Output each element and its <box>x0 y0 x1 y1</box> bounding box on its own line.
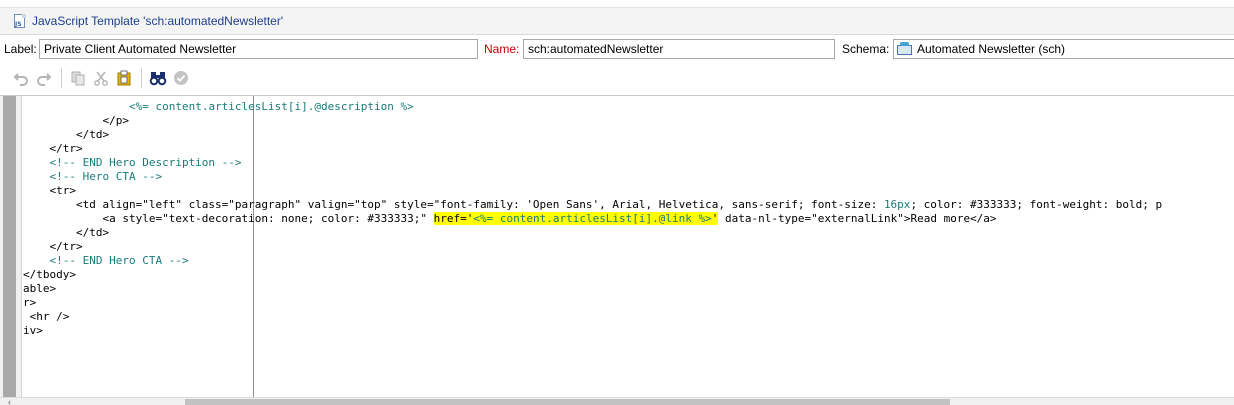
schema-field[interactable]: Automated Newsletter (sch) <box>893 39 1234 59</box>
code-token: <a style="text-decoration: none; color: … <box>23 212 434 225</box>
code-line[interactable]: <tr> <box>23 184 1234 198</box>
code-line[interactable]: </td> <box>23 128 1234 142</box>
code-line[interactable]: <!-- END Hero CTA --> <box>23 254 1234 268</box>
code-token: </tr> <box>23 142 83 155</box>
code-token: able> <box>23 282 57 295</box>
code-line[interactable]: </td> <box>23 226 1234 240</box>
top-strip <box>0 0 1234 8</box>
code-line[interactable]: able> <box>23 282 1234 296</box>
code-token: data-nl-type="externalLink">Read more</a… <box>718 212 997 225</box>
toolbar-separator <box>61 68 62 88</box>
code-line[interactable]: r> <box>23 296 1234 310</box>
code-token: </tbody> <box>23 268 76 281</box>
code-line[interactable]: <%= content.articlesList[i].@description… <box>23 100 1234 114</box>
scroll-left-icon[interactable]: ‹ <box>8 398 11 405</box>
code-line[interactable]: iv> <box>23 324 1234 338</box>
code-line[interactable]: <!-- Hero CTA --> <box>23 170 1234 184</box>
code-token: </td> <box>23 128 110 141</box>
code-token: <td align="left" class="paragraph" valig… <box>23 198 884 211</box>
code-line[interactable]: </tr> <box>23 142 1234 156</box>
highlighted-code-token: href=' <box>433 212 474 225</box>
code-token: <tr> <box>23 184 76 197</box>
code-line[interactable]: </tr> <box>23 240 1234 254</box>
code-token: </td> <box>23 226 110 239</box>
code-token: </tr> <box>23 240 83 253</box>
check-icon[interactable] <box>170 67 192 89</box>
title-bar: JS JavaScript Template 'sch:automatedNew… <box>0 8 1234 35</box>
code-token: <!-- END Hero CTA --> <box>23 254 189 267</box>
code-line[interactable]: <hr /> <box>23 310 1234 324</box>
javascript-file-icon: JS <box>14 13 26 29</box>
find-icon[interactable] <box>147 67 169 89</box>
horizontal-scrollbar[interactable]: ‹ <box>0 397 1234 405</box>
redo-icon[interactable] <box>33 67 55 89</box>
scrollbar-thumb[interactable] <box>185 399 950 405</box>
label-caption: Label: <box>4 42 37 56</box>
name-caption: Name: <box>484 42 520 56</box>
code-token: r> <box>23 296 37 309</box>
code-token: </p> <box>23 114 129 127</box>
code-line[interactable]: </p> <box>23 114 1234 128</box>
code-token: ; color: #333333; font-weight: bold; p <box>910 198 1163 211</box>
toolbar <box>0 64 1234 92</box>
label-input[interactable]: Private Client Automated Newsletter <box>39 39 478 59</box>
code-token: <hr /> <box>23 310 70 323</box>
schema-value: Automated Newsletter (sch) <box>917 42 1066 56</box>
code-token: %= content.articlesList[i].@description … <box>135 100 414 113</box>
code-line[interactable]: <!-- END Hero Description --> <box>23 156 1234 170</box>
copy-icon[interactable] <box>67 67 89 89</box>
code-line[interactable]: <a style="text-decoration: none; color: … <box>23 212 1234 226</box>
schema-icon <box>896 41 913 57</box>
highlighted-code-token: <%= content.articlesList[i].@link %> <box>473 212 712 225</box>
paste-icon[interactable] <box>113 67 135 89</box>
toolbar-separator <box>141 68 142 88</box>
editor-gutter <box>0 96 22 397</box>
code-token: 16px <box>883 198 911 211</box>
code-content[interactable]: <%= content.articlesList[i].@description… <box>23 100 1234 338</box>
name-input[interactable]: sch:automatedNewsletter <box>523 39 835 59</box>
field-row: Label: Private Client Automated Newslett… <box>0 37 1234 61</box>
code-token: <!-- Hero CTA --> <box>23 170 163 183</box>
code-line[interactable]: <td align="left" class="paragraph" valig… <box>23 198 1234 212</box>
code-editor[interactable]: <%= content.articlesList[i].@description… <box>0 95 1234 397</box>
code-token: < <box>23 100 136 113</box>
code-token: iv> <box>23 324 43 337</box>
undo-icon[interactable] <box>10 67 32 89</box>
window-title: JavaScript Template 'sch:automatedNewsle… <box>32 14 284 28</box>
code-token: <!-- END Hero Description --> <box>23 156 242 169</box>
schema-caption: Schema: <box>842 42 890 56</box>
code-line[interactable]: </tbody> <box>23 268 1234 282</box>
cut-icon[interactable] <box>90 67 112 89</box>
